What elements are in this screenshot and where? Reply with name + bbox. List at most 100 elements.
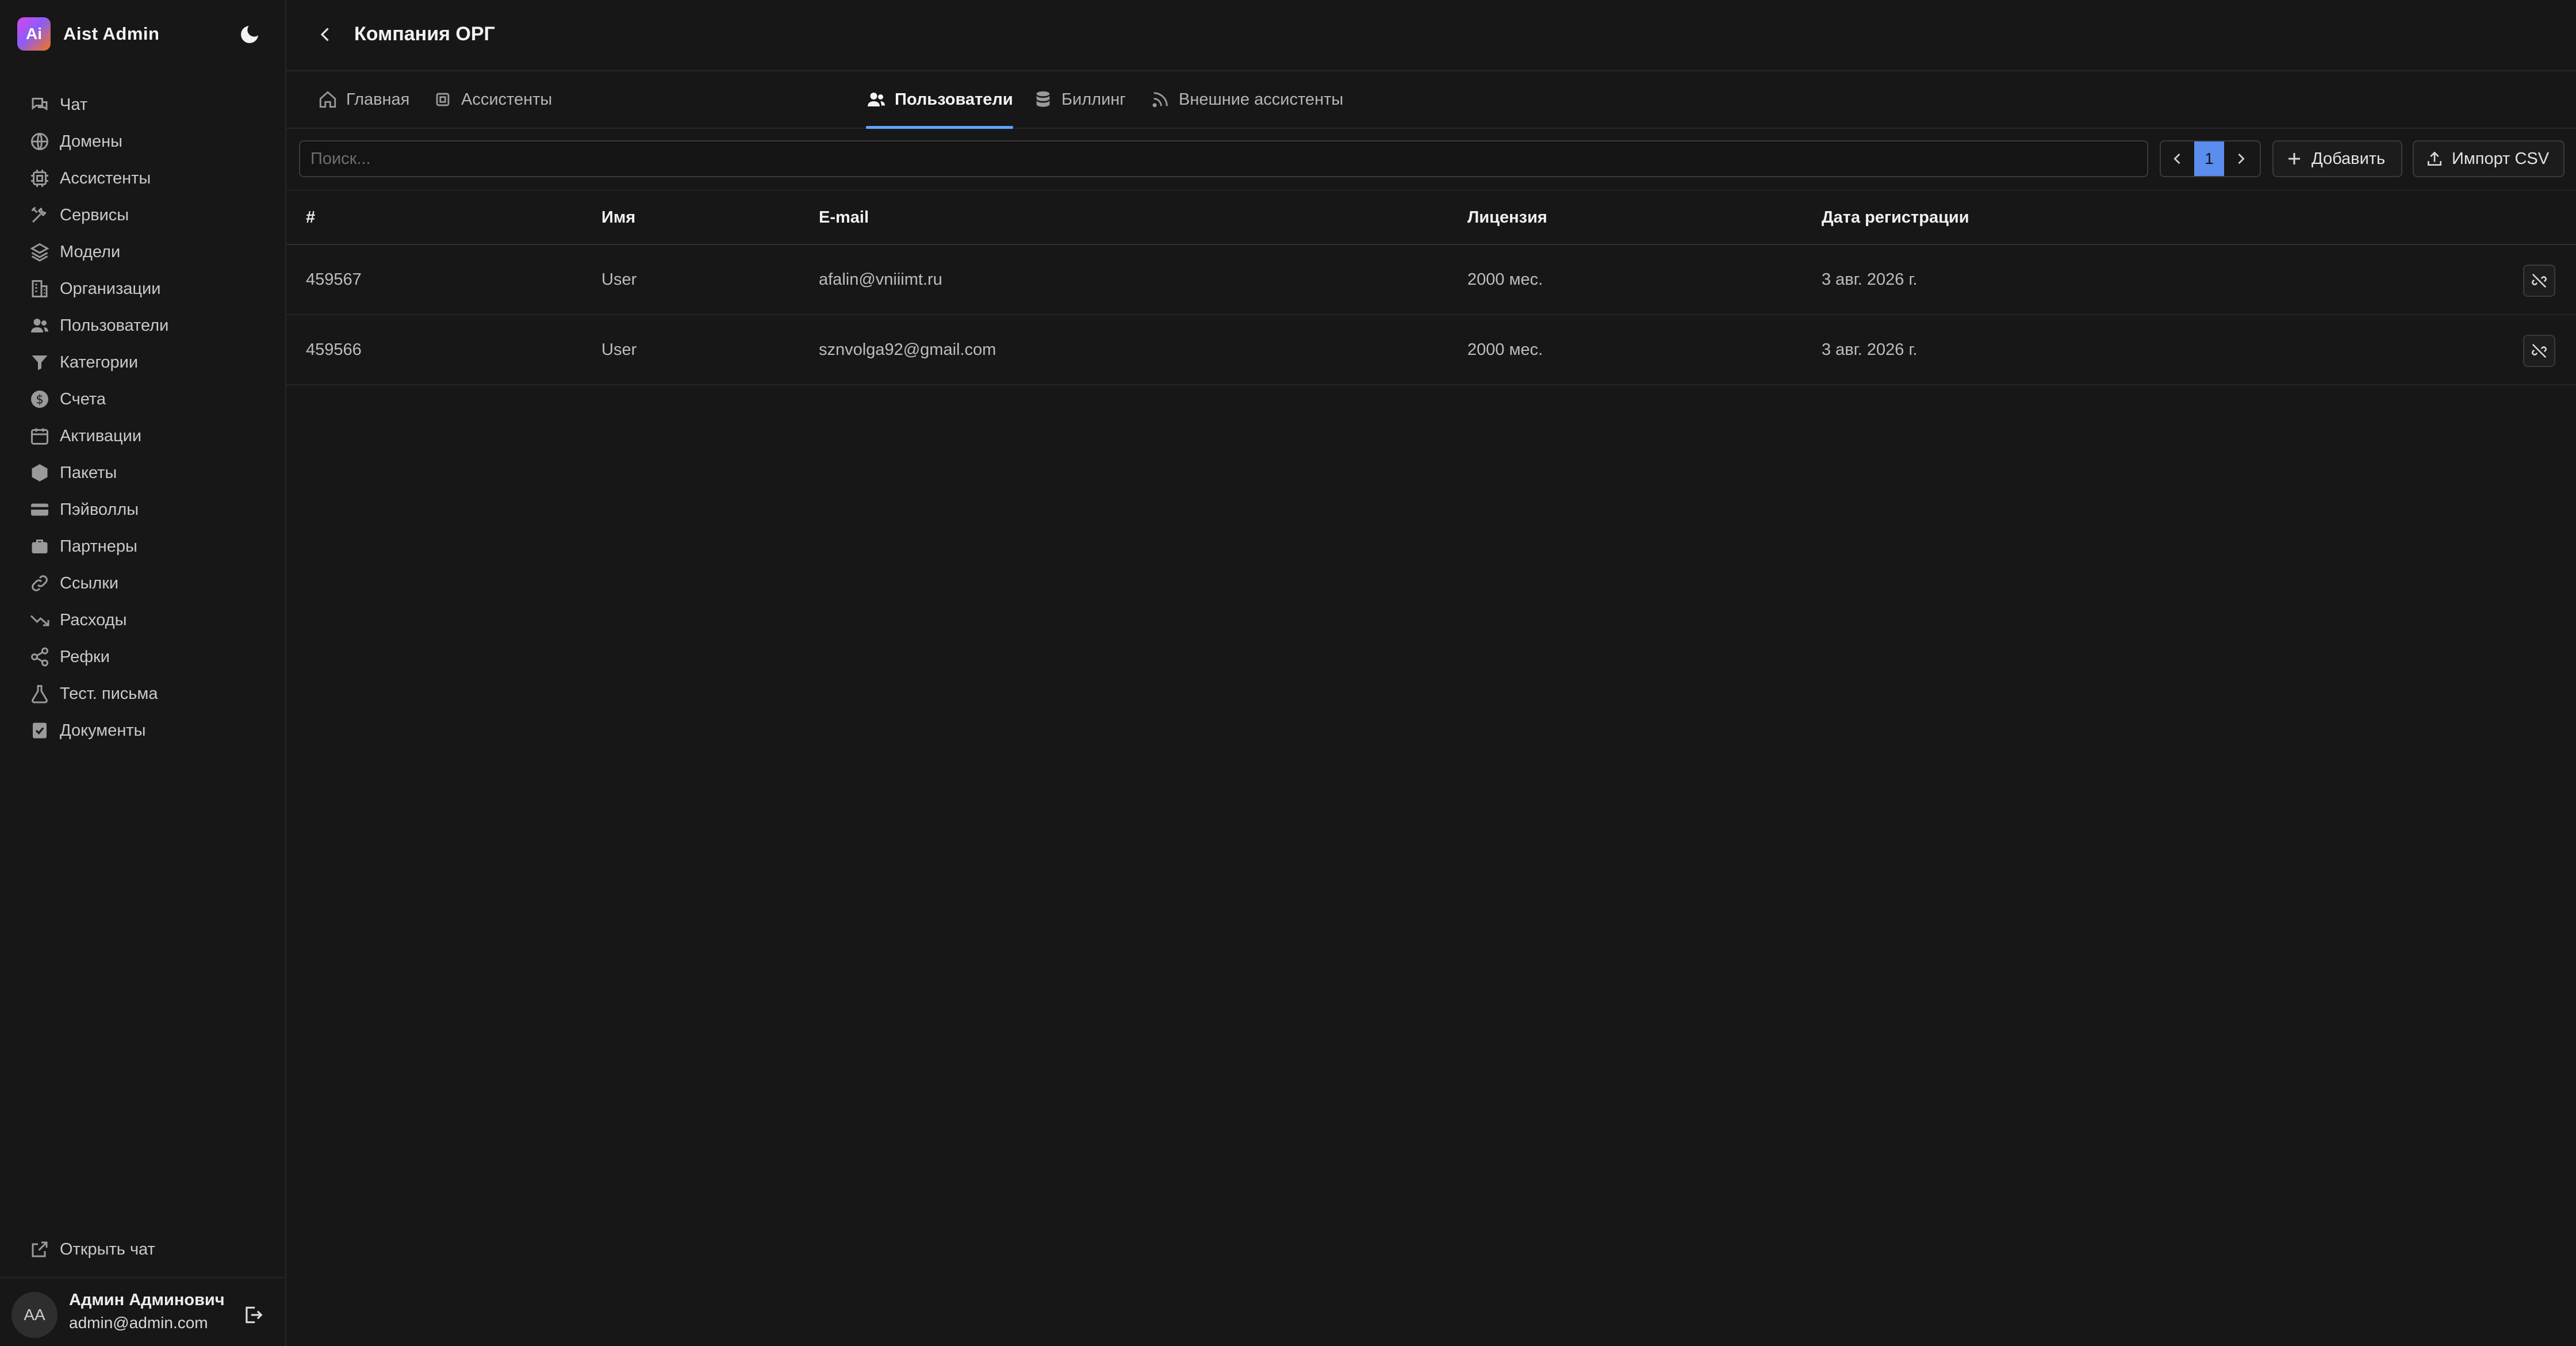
sidebar-item-organizations[interactable]: Организации bbox=[29, 270, 168, 307]
sidebar-item-invoices[interactable]: $ Счета bbox=[29, 381, 168, 418]
chevron-left-icon[interactable] bbox=[314, 23, 337, 46]
globe-icon bbox=[29, 131, 51, 152]
cell-id: 459566 bbox=[306, 341, 362, 359]
table-row[interactable]: 459567 User afalin@vniiimt.ru 2000 мес. … bbox=[286, 245, 2576, 315]
tab-external-assistants[interactable]: Внешние ассистенты bbox=[1150, 71, 1343, 128]
import-button-label: Импорт CSV bbox=[2452, 149, 2550, 168]
tab-users[interactable]: Пользователи bbox=[866, 71, 1013, 129]
layers-icon bbox=[29, 241, 51, 263]
tab-label: Биллинг bbox=[1061, 90, 1126, 109]
sidebar-item-documents[interactable]: Документы bbox=[29, 712, 168, 749]
sidebar-item-label: Чат bbox=[60, 95, 88, 114]
user-profile: AA Админ Админович admin@admin.com bbox=[0, 1277, 285, 1346]
unlink-button[interactable] bbox=[2523, 335, 2555, 367]
sidebar-item-services[interactable]: Сервисы bbox=[29, 197, 168, 234]
home-icon bbox=[317, 89, 338, 110]
table-row[interactable]: 459566 User sznvolga92@gmail.com 2000 ме… bbox=[286, 315, 2576, 385]
database-icon bbox=[1033, 89, 1053, 110]
tab-bar: Главная Ассистенты Пользователи Биллинг … bbox=[286, 71, 2576, 129]
sidebar-item-expenses[interactable]: Расходы bbox=[29, 602, 168, 638]
add-button-label: Добавить bbox=[2312, 149, 2386, 168]
sidebar-item-partners[interactable]: Партнеры bbox=[29, 528, 168, 565]
rss-icon bbox=[1150, 89, 1171, 110]
sidebar-item-label: Расходы bbox=[60, 610, 127, 629]
page-header: Компания ОРГ bbox=[286, 0, 2576, 71]
sidebar-item-activations[interactable]: Активации bbox=[29, 418, 168, 454]
cpu-icon bbox=[432, 89, 453, 110]
column-header-id[interactable]: # bbox=[306, 208, 315, 227]
toolbar: 1 Добавить Импорт CSV bbox=[299, 140, 2564, 177]
sidebar-item-label: Партнеры bbox=[60, 537, 137, 556]
briefcase-icon bbox=[29, 536, 51, 557]
users-table: # Имя E-mail Лицензия Дата регистрации 4… bbox=[286, 190, 2576, 385]
sidebar: Ai Aist Admin Чат Домены Ассистенты Серв… bbox=[0, 0, 286, 1346]
column-header-name[interactable]: Имя bbox=[601, 208, 635, 227]
cell-email: sznvolga92@gmail.com bbox=[819, 341, 996, 359]
sidebar-item-domains[interactable]: Домены bbox=[29, 123, 168, 160]
sidebar-item-models[interactable]: Модели bbox=[29, 234, 168, 270]
tab-assistants[interactable]: Ассистенты bbox=[432, 71, 552, 128]
sidebar-item-categories[interactable]: Категории bbox=[29, 344, 168, 381]
document-check-icon bbox=[29, 720, 51, 741]
tools-icon bbox=[29, 204, 51, 226]
sidebar-item-label: Пользователи bbox=[60, 316, 169, 335]
users-icon bbox=[29, 315, 51, 336]
page-number[interactable]: 1 bbox=[2194, 142, 2224, 176]
unlink-button[interactable] bbox=[2523, 265, 2555, 297]
sidebar-item-label: Пэйволлы bbox=[60, 500, 139, 519]
column-header-license[interactable]: Лицензия bbox=[1467, 208, 1547, 227]
dollar-icon: $ bbox=[29, 388, 51, 410]
brand-name: Aist Admin bbox=[63, 24, 160, 44]
sidebar-item-label: Активации bbox=[60, 426, 142, 445]
sidebar-item-paywalls[interactable]: Пэйволлы bbox=[29, 491, 168, 528]
sidebar-item-label: Тест. письма bbox=[60, 684, 158, 703]
chevron-left-icon[interactable] bbox=[2161, 142, 2194, 176]
main-content: Компания ОРГ Главная Ассистенты Пользова… bbox=[286, 0, 2576, 1346]
sidebar-item-label: Модели bbox=[60, 242, 121, 261]
cell-registered: 3 авг. 2026 г. bbox=[1822, 341, 1918, 359]
sidebar-item-label: Ссылки bbox=[60, 573, 119, 592]
share-icon bbox=[29, 646, 51, 668]
column-header-email[interactable]: E-mail bbox=[819, 208, 869, 227]
user-name: Админ Админович bbox=[69, 1291, 225, 1309]
svg-text:$: $ bbox=[36, 393, 43, 407]
logout-icon[interactable] bbox=[241, 1303, 264, 1326]
cpu-icon bbox=[29, 167, 51, 189]
package-icon bbox=[29, 462, 51, 484]
building-icon bbox=[29, 278, 51, 300]
tab-label: Внешние ассистенты bbox=[1179, 90, 1344, 109]
search-input[interactable] bbox=[299, 140, 2148, 177]
import-csv-button[interactable]: Импорт CSV bbox=[2413, 140, 2564, 177]
chevron-right-icon[interactable] bbox=[2224, 142, 2257, 176]
open-chat-label: Открыть чат bbox=[60, 1240, 155, 1259]
sidebar-item-chat[interactable]: Чат bbox=[29, 86, 168, 123]
sidebar-item-label: Сервисы bbox=[60, 205, 129, 224]
cell-email: afalin@vniiimt.ru bbox=[819, 270, 942, 289]
tab-label: Ассистенты bbox=[461, 90, 553, 109]
sidebar-item-label: Пакеты bbox=[60, 463, 117, 482]
page-title: Компания ОРГ bbox=[354, 23, 495, 45]
sidebar-item-users[interactable]: Пользователи bbox=[29, 307, 168, 344]
avatar[interactable]: AA bbox=[12, 1292, 57, 1338]
tab-label: Главная bbox=[346, 90, 410, 109]
sidebar-item-links[interactable]: Ссылки bbox=[29, 565, 168, 602]
unlink-icon bbox=[2531, 272, 2548, 289]
filter-icon bbox=[29, 351, 51, 373]
cell-name: User bbox=[601, 341, 637, 359]
sidebar-item-assistants[interactable]: Ассистенты bbox=[29, 160, 168, 197]
cell-registered: 3 авг. 2026 г. bbox=[1822, 270, 1918, 289]
pagination: 1 bbox=[2160, 140, 2261, 177]
brand[interactable]: Ai Aist Admin bbox=[17, 17, 159, 51]
moon-icon[interactable] bbox=[238, 23, 261, 46]
sidebar-item-referrals[interactable]: Рефки bbox=[29, 638, 168, 675]
trend-down-icon bbox=[29, 609, 51, 631]
column-header-registered[interactable]: Дата регистрации bbox=[1822, 208, 1969, 227]
add-user-button[interactable]: Добавить bbox=[2272, 140, 2402, 177]
tab-home[interactable]: Главная bbox=[317, 71, 409, 128]
open-chat-link[interactable]: Открыть чат bbox=[29, 1231, 155, 1268]
sidebar-item-packages[interactable]: Пакеты bbox=[29, 454, 168, 491]
sidebar-item-test-emails[interactable]: Тест. письма bbox=[29, 675, 168, 712]
tab-billing[interactable]: Биллинг bbox=[1033, 71, 1126, 128]
sidebar-item-label: Категории bbox=[60, 353, 139, 372]
cell-license: 2000 мес. bbox=[1467, 341, 1543, 359]
